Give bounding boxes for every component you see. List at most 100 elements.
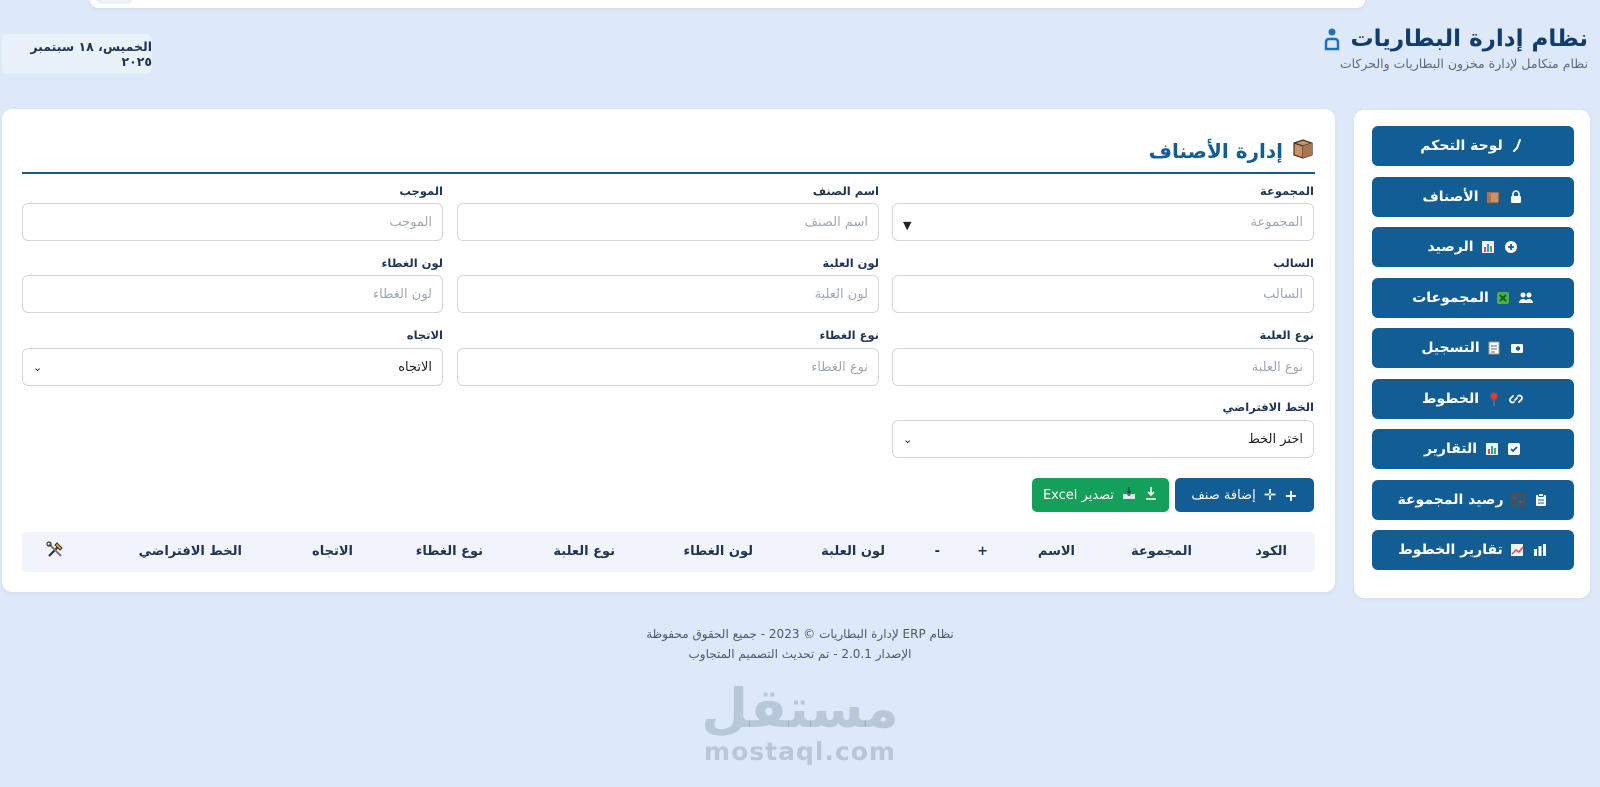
users-icon <box>1518 290 1534 306</box>
add-item-label: إضافة صنف <box>1191 487 1256 503</box>
chevron-down-icon: ⌄ <box>903 432 913 446</box>
chart-emoji-icon <box>1484 442 1499 457</box>
page-subtitle: نظام متكامل لإدارة مخزون البطاريات والحر… <box>1339 56 1588 71</box>
items-table-header: الكود المجموعة الاسم + - لون العلبة لون … <box>22 532 1315 572</box>
sidebar-item-label: الرصيد <box>1427 239 1474 255</box>
column-header-can-type: نوع العلبة <box>553 544 615 559</box>
wrench-icon <box>1510 138 1526 154</box>
sidebar-item-reports[interactable]: التقارير <box>1372 429 1574 469</box>
card-title: إدارة الأصناف <box>1148 138 1283 163</box>
column-header-direction: الاتجاه <box>312 544 353 559</box>
positive-label: الموجب <box>399 184 443 198</box>
camera-icon <box>1509 340 1525 356</box>
footer-version: الإصدار 2.0.1 - تم تحديث التصميم المتجاو… <box>688 647 912 661</box>
page-header: نظام إدارة البطاريات نظام متكامل لإدارة … <box>1320 26 1588 71</box>
inbox-tray-icon <box>1122 486 1136 504</box>
link-icon <box>1508 391 1524 407</box>
box-icon <box>1291 137 1315 165</box>
sidebar-item-group-balance[interactable]: رصيد المجموعة <box>1372 479 1574 520</box>
sidebar-item-lines[interactable]: الخطوط <box>1372 378 1574 419</box>
bars-icon <box>1532 542 1548 558</box>
lid-type-label: نوع الغطاء <box>819 328 879 342</box>
page-title: نظام إدارة البطاريات <box>1320 26 1588 52</box>
cross-emoji-icon <box>1496 290 1511 305</box>
abacus-emoji-icon <box>1511 492 1526 507</box>
card-header: إدارة الأصناف <box>22 129 1315 174</box>
sidebar-item-label: الأصناف <box>1422 188 1479 205</box>
move-icon: ✛ <box>1263 486 1277 504</box>
column-header-lid-color: لون الغطاء <box>683 544 753 559</box>
chart-emoji-icon <box>1510 543 1525 558</box>
pin-emoji-icon <box>1486 391 1501 406</box>
positive-input[interactable] <box>22 203 443 241</box>
sidebar-item-label: المجموعات <box>1412 289 1489 306</box>
direction-select[interactable]: الاتجاه ⌄ <box>22 348 443 386</box>
column-header-code: الكود <box>1255 544 1287 559</box>
default-line-label: الخط الافتراضي <box>1222 400 1314 414</box>
clipboard-icon <box>1533 492 1549 508</box>
can-color-label: لون العلبة <box>822 256 879 270</box>
lid-color-label: لون الغطاء <box>381 256 444 270</box>
tools-icon <box>46 541 64 563</box>
date-display: الخميس، ١٨ سبتمبر ٢٠٢٥ <box>2 34 152 74</box>
column-header-default-line: الخط الافتراضي <box>138 544 242 559</box>
sidebar-item-label: رصيد المجموعة <box>1397 491 1504 508</box>
can-color-input[interactable] <box>457 275 879 313</box>
plus-circle-icon <box>1503 239 1519 255</box>
column-header-name: الاسم <box>1037 544 1075 559</box>
group-placeholder: المجموعة <box>1250 214 1303 230</box>
footer-copyright: نظام ERP لإدارة البطاريات © 2023 - جميع … <box>646 627 954 641</box>
item-name-input[interactable] <box>457 203 879 241</box>
app-title: نظام إدارة البطاريات <box>1350 26 1588 52</box>
watermark-logo: مستقل mostaql.com <box>700 680 900 766</box>
top-bar-tab <box>96 0 132 4</box>
sidebar-item-label: الخطوط <box>1421 390 1480 407</box>
dropdown-arrow-icon: ▼ <box>903 218 912 232</box>
column-header-lid-type: نوع الغطاء <box>415 544 483 559</box>
sidebar-item-line-reports[interactable]: تقارير الخطوط <box>1372 530 1574 570</box>
negative-input[interactable] <box>892 275 1314 313</box>
export-excel-label: تصدير Excel <box>1042 487 1115 503</box>
sidebar-item-items[interactable]: الأصناف <box>1372 176 1574 217</box>
lock-icon <box>1508 189 1524 205</box>
default-line-select[interactable]: اختر الخط ⌄ <box>892 420 1314 458</box>
watermark-latin: mostaql.com <box>704 737 896 766</box>
default-line-value: اختر الخط <box>1247 431 1303 447</box>
watermark-arabic: مستقل <box>701 677 899 740</box>
lid-color-input[interactable] <box>22 275 443 313</box>
sidebar-item-label: تقارير الخطوط <box>1398 542 1503 558</box>
can-type-label: نوع العلبة <box>1259 328 1314 342</box>
chevron-down-icon: ⌄ <box>33 360 43 374</box>
memo-emoji-icon <box>1487 341 1502 356</box>
column-header-plus: + <box>977 544 988 559</box>
user-icon <box>1320 27 1344 51</box>
lid-type-input[interactable] <box>457 348 879 386</box>
sidebar-item-register[interactable]: التسجيل <box>1372 328 1574 368</box>
sidebar-item-groups[interactable]: المجموعات <box>1372 277 1574 318</box>
direction-label: الاتجاه <box>406 328 443 342</box>
sidebar-item-label: التسجيل <box>1421 340 1480 356</box>
column-header-minus: - <box>934 544 940 559</box>
add-item-button[interactable]: + ✛ إضافة صنف <box>1175 478 1314 512</box>
direction-value: الاتجاه <box>398 359 432 375</box>
can-type-input[interactable] <box>892 348 1314 386</box>
name-label: اسم الصنف <box>812 184 879 198</box>
group-combobox[interactable]: المجموعة ▼ <box>892 203 1314 241</box>
download-icon <box>1144 486 1158 504</box>
column-header-can-color: لون العلبة <box>821 544 885 559</box>
export-excel-button[interactable]: تصدير Excel <box>1032 478 1169 512</box>
box-emoji-icon <box>1486 189 1501 204</box>
sidebar-item-dashboard[interactable]: لوحة التحكم <box>1372 126 1574 166</box>
check-icon <box>1506 441 1522 457</box>
group-label: المجموعة <box>1259 184 1314 198</box>
sidebar-item-balance[interactable]: الرصيد <box>1372 227 1574 267</box>
top-bar <box>90 0 1365 8</box>
sidebar: لوحة التحكم الأصناف الرصيد المجموعات الت… <box>1354 110 1590 598</box>
chart-emoji-icon <box>1481 240 1496 255</box>
sidebar-item-label: التقارير <box>1423 441 1478 457</box>
column-header-group: المجموعة <box>1130 544 1192 559</box>
footer: نظام ERP لإدارة البطاريات © 2023 - جميع … <box>0 624 1600 664</box>
sidebar-item-label: لوحة التحكم <box>1420 138 1503 154</box>
plus-icon: + <box>1284 485 1298 505</box>
negative-label: السالب <box>1273 256 1314 270</box>
